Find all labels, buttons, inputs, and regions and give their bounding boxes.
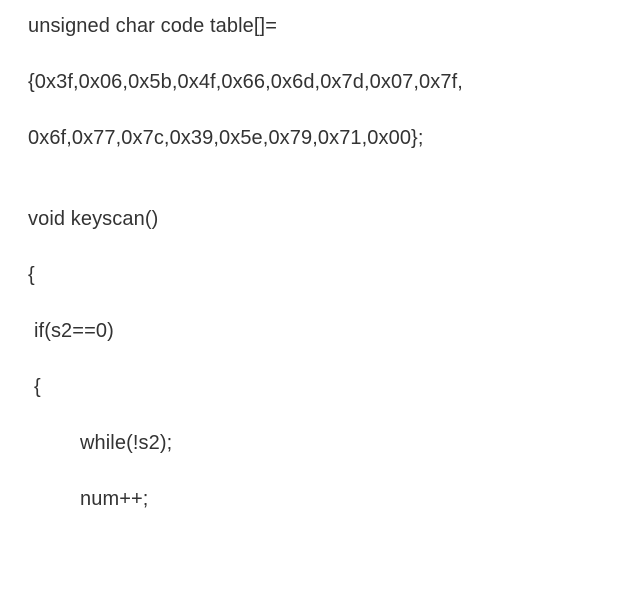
code-line: unsigned char code table[]= (28, 14, 628, 39)
code-line: { (28, 263, 628, 288)
code-line: 0x6f,0x77,0x7c,0x39,0x5e,0x79,0x71,0x00}… (28, 126, 628, 151)
code-line: num++; (28, 487, 628, 512)
code-line: {0x3f,0x06,0x5b,0x4f,0x66,0x6d,0x7d,0x07… (28, 70, 628, 95)
code-line: void keyscan() (28, 207, 628, 232)
code-block: unsigned char code table[]= {0x3f,0x06,0… (0, 0, 628, 512)
code-line: { (28, 375, 628, 400)
code-line: while(!s2); (28, 431, 628, 456)
code-line: if(s2==0) (28, 319, 628, 344)
blank-line (28, 182, 628, 207)
